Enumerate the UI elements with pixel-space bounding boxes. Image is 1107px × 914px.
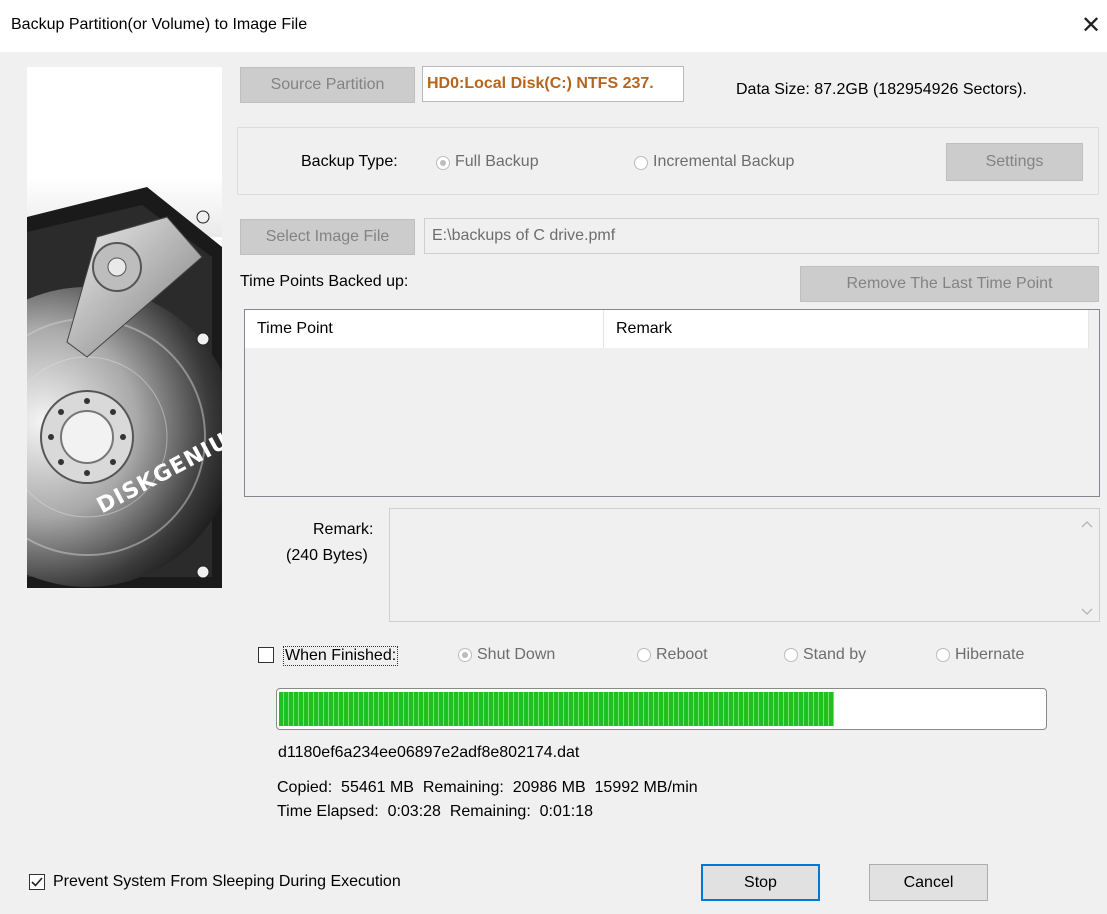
source-partition-field: HD0:Local Disk(C:) NTFS 237.	[422, 66, 684, 102]
close-icon[interactable]: ✕	[1077, 10, 1105, 42]
remark-size-label: (240 Bytes)	[286, 547, 368, 564]
scroll-up-icon[interactable]	[1081, 517, 1093, 529]
hibernate-radio[interactable]	[936, 648, 950, 662]
shut-down-radio[interactable]	[458, 648, 472, 662]
time-stats-text: Time Elapsed: 0:03:28 Remaining: 0:01:18	[277, 803, 594, 820]
stand-by-radio[interactable]	[784, 648, 798, 662]
scroll-down-icon[interactable]	[1081, 603, 1093, 616]
backup-progress-bar	[276, 688, 1047, 730]
column-header-time-point[interactable]: Time Point	[245, 310, 604, 348]
disk-illustration: DISKGENIUS	[27, 67, 222, 588]
remark-textarea[interactable]	[389, 508, 1100, 622]
cancel-button[interactable]: Cancel	[869, 864, 988, 901]
image-file-path-field: E:\backups of C drive.pmf	[424, 218, 1099, 254]
full-backup-radio[interactable]	[436, 156, 450, 170]
shut-down-label[interactable]: Shut Down	[477, 646, 555, 664]
select-image-file-button[interactable]: Select Image File	[240, 219, 415, 255]
stand-by-label[interactable]: Stand by	[803, 646, 866, 664]
backup-type-label: Backup Type:	[301, 153, 398, 170]
incremental-backup-label[interactable]: Incremental Backup	[653, 153, 794, 171]
hard-disk-image	[27, 67, 222, 588]
copied-stats-text: Copied: 55461 MB Remaining: 20986 MB 159…	[277, 779, 698, 796]
current-file-text: d1180ef6a234ee06897e2adf8e802174.dat	[278, 744, 580, 761]
remove-last-time-point-button[interactable]: Remove The Last Time Point	[800, 266, 1099, 302]
remark-label: Remark:	[313, 521, 374, 538]
stop-button[interactable]: Stop	[701, 864, 820, 901]
checkmark-icon	[31, 877, 43, 887]
window-title: Backup Partition(or Volume) to Image Fil…	[11, 16, 308, 33]
time-points-label: Time Points Backed up:	[240, 273, 409, 290]
full-backup-label[interactable]: Full Backup	[455, 153, 539, 171]
when-finished-label[interactable]: When Finished:	[283, 646, 399, 666]
data-size-text: Data Size: 87.2GB (182954926 Sectors).	[736, 81, 1027, 98]
reboot-radio[interactable]	[637, 648, 651, 662]
column-header-remark[interactable]: Remark	[604, 310, 1089, 348]
source-partition-button[interactable]: Source Partition	[240, 67, 415, 103]
time-points-list-header: Time Point Remark	[245, 310, 1089, 348]
reboot-label[interactable]: Reboot	[656, 646, 708, 664]
settings-button[interactable]: Settings	[946, 143, 1083, 181]
prevent-sleep-label[interactable]: Prevent System From Sleeping During Exec…	[53, 873, 401, 891]
progress-fill	[279, 692, 834, 726]
incremental-backup-radio[interactable]	[634, 156, 648, 170]
hibernate-label[interactable]: Hibernate	[955, 646, 1024, 664]
when-finished-checkbox[interactable]	[258, 647, 274, 663]
time-points-list[interactable]: Time Point Remark	[244, 309, 1100, 497]
prevent-sleep-checkbox[interactable]	[29, 874, 45, 890]
